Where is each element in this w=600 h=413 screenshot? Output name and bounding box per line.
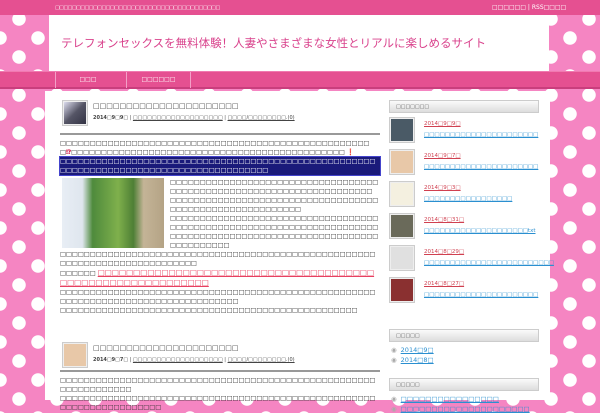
post-body: □□□□□□□□□□□□□□□□□□□□□□□□□□□□□□□□□□□□□□□□… (59, 139, 381, 315)
recent-post-thumbnail[interactable] (389, 277, 415, 303)
post-thumbnail[interactable] (62, 342, 88, 368)
recent-post-date[interactable]: 2014□8□29□ (424, 249, 464, 255)
main-nav: □□□ □□□□□□ (0, 71, 600, 89)
recent-post-title[interactable]: □□□□□□□□□□□□□□□□□□□□□□ (424, 164, 538, 170)
recent-post-item[interactable]: 2014□9□3□ □□□□□□□□□□□□□□□□□ (389, 181, 539, 213)
recent-post-thumbnail[interactable] (389, 181, 415, 207)
recent-post-date[interactable]: 2014□8□31□ (424, 217, 464, 223)
text: □□□□□□□□□ (291, 149, 345, 156)
divider (60, 370, 380, 372)
post-date: 2014□9□9□ (93, 115, 129, 121)
bullet-icon: ◉ (391, 405, 397, 413)
recent-post-item[interactable]: 2014□9□7□ □□□□□□□□□□□□□□□□□□□□□□ (389, 149, 539, 181)
post-thumbnail[interactable] (62, 100, 88, 126)
post-meta: 2014□9□9□ | □□□□□□□□□□□□□□□□□□□ | □□□□/□… (93, 115, 295, 121)
recent-post-title[interactable]: □□□□□□□□□□□□□□□□□ (424, 196, 512, 202)
recent-post-item[interactable]: 2014□8□31□ □□□□□□□□□□□□□□□□□□□□txt (389, 213, 539, 245)
recent-post-title[interactable]: □□□□□□□□□□□□□□□□□□□□□□ (424, 292, 538, 298)
archives-heading: □□□□□ (389, 329, 539, 342)
post-title[interactable]: □□□□□□□□□□□□□□□□□□□□□□ (93, 344, 239, 353)
recent-post-date[interactable]: 2014□9□9□ (424, 121, 461, 127)
recent-post-title[interactable]: □□□□□□□□□□□□□□□□□□□□□□ (424, 132, 538, 138)
categories-heading: □□□□□ (389, 378, 539, 391)
category-item[interactable]: ◉ □□□□□□□□□□□□□□□□□□□□□ (391, 405, 539, 413)
divider (60, 133, 380, 135)
site-title[interactable]: テレフォンセックスを無料体験！人妻やさまざまな女性とリアルに楽しめるサイト (61, 35, 486, 51)
text: □□□□□□□□□□□□□□□□□□□□□□□□□□□□□□□□□□□□□□□□… (60, 251, 376, 267)
text: □□□□□□□□□□□□□□□□□□□□□□□□□□□□□□□□□□□□□□□□… (60, 307, 358, 314)
text: □□□□□□□□□□□□□□□□□□□□□□□□□□□□□□□□□□□□□□□□… (60, 377, 376, 393)
text: □□□□□□□□□□□□□□□□□□□□□□□□□□□□□□□□□□□□□□□□… (60, 289, 376, 305)
top-bar: □□□□□□□□□□□□□□□□□□□□□□□□□□□□□□□□□□□□□□□ … (0, 0, 600, 15)
recent-post-item[interactable]: 2014□9□9□ □□□□□□□□□□□□□□□□□□□□□□ (389, 117, 539, 149)
site-tagline: □□□□□□□□□□□□□□□□□□□□□□□□□□□□□□□□□□□□□□□ (55, 5, 220, 11)
nav-item-2[interactable]: □□□□□□ (126, 72, 191, 88)
recent-post-thumbnail[interactable] (389, 213, 415, 239)
post-comments[interactable]: □□□□/□□□□□□□□.(0) (228, 115, 295, 121)
post-category[interactable]: □□□□□□□□□□□□□□□□□□□ (133, 115, 223, 121)
recent-post-thumbnail[interactable] (389, 149, 415, 175)
sidebar: □□□□□□□ 2014□9□9□ □□□□□□□□□□□□□□□□□□□□□□ 2… (389, 100, 554, 413)
recent-post-thumbnail[interactable] (389, 117, 415, 143)
post-link[interactable]: □□□□□□□□□□□□□□□□□□□□□□□□□□□□□□□□□□□□□□□□… (60, 268, 374, 287)
post-body: □□□□□□□□□□□□□□□□□□□□□□□□□□□□□□□□□□□□□□□□… (60, 376, 380, 412)
nav-item-home[interactable]: □□□ (55, 72, 120, 88)
site-header: テレフォンセックスを無料体験！人妻やさまざまな女性とリアルに楽しめるサイト (49, 15, 549, 71)
recent-post-date[interactable]: 2014□9□3□ (424, 185, 461, 191)
category-item[interactable]: ◉ □□□□□□□□□□□□□□□□ (391, 395, 539, 403)
text: □□□□□□□□□□□□□□□□□□□□□□□□□□□□□□□□□□□□□□□□… (60, 395, 376, 411)
archive-item[interactable]: ◉ 2014□8□ (391, 356, 539, 364)
text: □□□□□□□□□□□□□□□□□□□□□□□□□□□□□□□□□□□□□ (71, 149, 292, 156)
link-label: □□□□□□ (60, 270, 96, 277)
bullet-icon: ◉ (391, 395, 397, 403)
recent-posts-heading: □□□□□□□ (389, 100, 539, 113)
couple-holding-hands-image (62, 178, 164, 248)
post-title[interactable]: □□□□□□□□□□□□□□□□□□□□□□ (93, 102, 239, 111)
recent-post-title[interactable]: □□□□□□□□□□□□□□□□□□□□txt (424, 228, 536, 234)
exclamation-icon: ❗ (346, 149, 355, 156)
post-date: 2014□9□7□ (93, 357, 129, 363)
recent-post-item[interactable]: 2014□8□29□ □□□□□□□□□□□□□□□□□□□□□□□□□ (389, 245, 554, 277)
archive-item[interactable]: ◉ 2014□9□ (391, 346, 539, 354)
highlighted-text: □□□□□□□□□□□□□□□□□□□□□□□□□□□□□□□□□□□□□□□□… (59, 156, 381, 176)
bullet-icon: ◉ (391, 356, 397, 364)
post-meta: 2014□9□7□ | □□□□□□□□□□□□□□□□□□□ | □□□□/□… (93, 357, 295, 363)
post-category[interactable]: □□□□□□□□□□□□□□□□□□□ (133, 357, 223, 363)
recent-post-title[interactable]: □□□□□□□□□□□□□□□□□□□□□□□□□ (424, 260, 554, 266)
recent-post-date[interactable]: 2014□8□27□ (424, 281, 464, 287)
post-comments[interactable]: □□□□/□□□□□□□□.(0) (228, 357, 295, 363)
recent-post-date[interactable]: 2014□9□7□ (424, 153, 461, 159)
bullet-icon: ◉ (391, 346, 397, 354)
recent-post-thumbnail[interactable] (389, 245, 415, 271)
recent-post-item[interactable]: 2014□8□27□ □□□□□□□□□□□□□□□□□□□□□□ (389, 277, 539, 309)
recent-posts: 2014□9□9□ □□□□□□□□□□□□□□□□□□□□□□ 2014□9□7□… (389, 117, 554, 309)
top-links[interactable]: □□□□□□ | RSS□□□□ (492, 4, 566, 11)
